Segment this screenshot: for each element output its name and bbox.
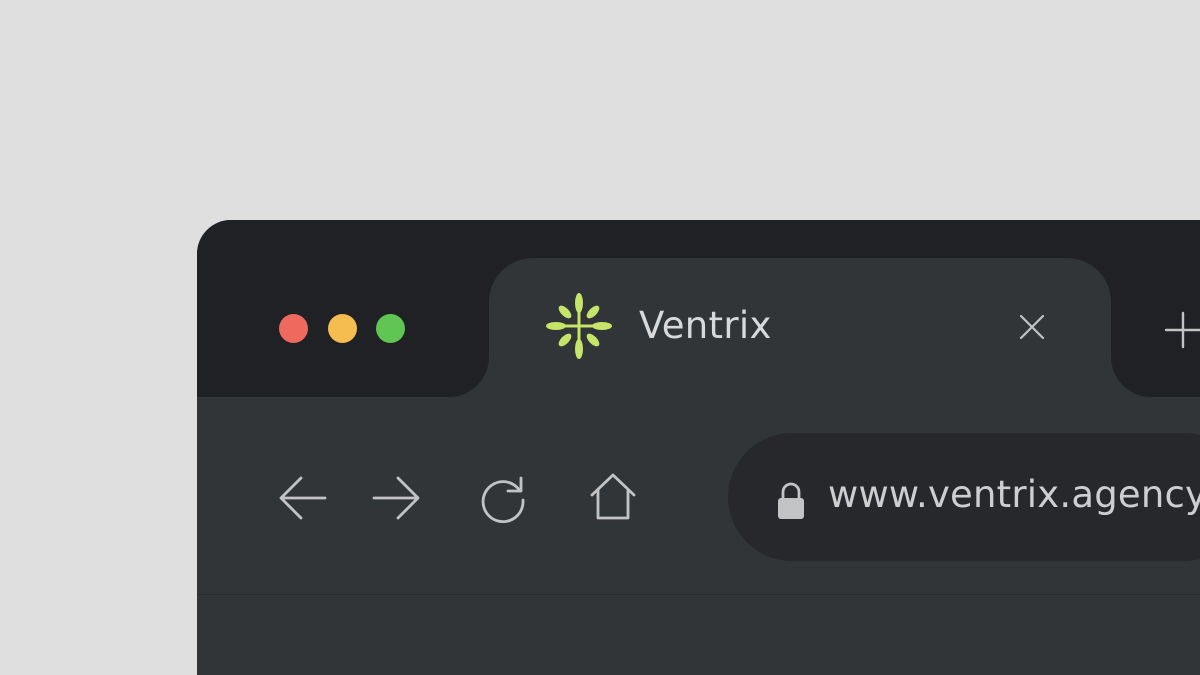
tab-strip: Ventrix: [197, 220, 1200, 397]
arrow-left-icon[interactable]: [277, 472, 329, 524]
arrow-right-icon[interactable]: [370, 472, 422, 524]
ventrix-logo-icon: [546, 293, 612, 359]
window-zoom-button[interactable]: [376, 314, 405, 343]
browser-window: Ventrix www.ventrix.agency: [197, 220, 1200, 675]
lock-icon: [778, 482, 804, 519]
tab-ventrix[interactable]: Ventrix: [449, 258, 1151, 397]
reload-icon[interactable]: [477, 472, 529, 524]
url-text[interactable]: www.ventrix.agency: [828, 471, 1200, 519]
address-bar[interactable]: www.ventrix.agency: [728, 433, 1200, 561]
close-icon[interactable]: [1017, 312, 1047, 342]
page-content: [197, 595, 1200, 675]
window-close-button[interactable]: [279, 314, 308, 343]
home-icon[interactable]: [587, 470, 639, 522]
tab-corner-right: [1111, 357, 1151, 397]
tab-corner-left: [449, 357, 489, 397]
tab-title: Ventrix: [639, 304, 772, 347]
plus-icon[interactable]: [1163, 310, 1200, 350]
window-minimize-button[interactable]: [328, 314, 357, 343]
